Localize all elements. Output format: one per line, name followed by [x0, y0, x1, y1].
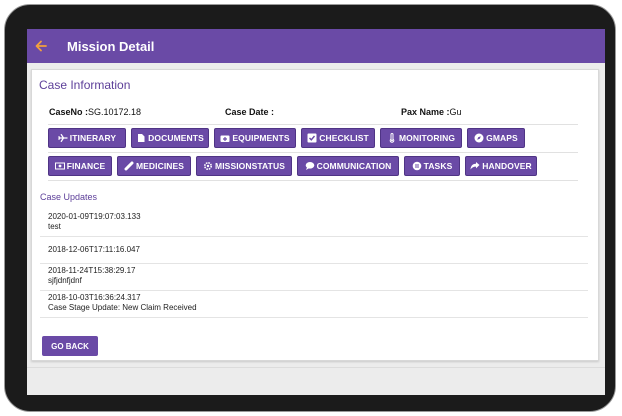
gear-icon: [204, 161, 213, 171]
app-screen: Mission Detail Case Information CaseNo :…: [27, 29, 605, 395]
monitoring-label: MONITORING: [398, 133, 456, 143]
action-buttons-row-1: ITINERARY DOCUMENTS EQUIPMENTS CHECKLIST…: [48, 128, 525, 148]
compass-icon: [474, 133, 484, 143]
update-timestamp: 2018-10-03T16:36:24.317: [48, 293, 141, 302]
page-title: Mission Detail: [67, 38, 155, 54]
divider: [48, 124, 578, 125]
bottom-area: [27, 367, 605, 395]
pill-icon: [124, 161, 134, 171]
case-date-label: Case Date :: [225, 107, 275, 117]
communication-button[interactable]: COMMUNICATION: [297, 156, 399, 176]
case-no-info: CaseNo :SG.10172.18: [49, 107, 141, 117]
missionstatus-label: MISSIONSTATUS: [215, 161, 285, 171]
finance-button[interactable]: FINANCE: [48, 156, 112, 176]
update-text: sjfjdnfjdnf: [48, 276, 82, 285]
checklist-label: CHECKLIST: [319, 133, 369, 143]
go-back-button[interactable]: GO BACK: [42, 336, 98, 356]
case-no-value: SG.10172.18: [88, 107, 142, 117]
pax-name-label: Pax Name :: [401, 107, 450, 117]
tasks-icon: [412, 161, 421, 171]
case-information-card: Case Information CaseNo :SG.10172.18 Cas…: [31, 69, 599, 361]
checkbox-icon: [307, 133, 317, 143]
medkit-icon: [220, 135, 230, 142]
card-title: Case Information: [39, 78, 131, 92]
tasks-label: TASKS: [423, 161, 453, 171]
itinerary-label: ITINERARY: [69, 133, 117, 143]
document-icon: [138, 134, 145, 142]
update-timestamp: 2020-01-09T19:07:03.133: [48, 212, 141, 221]
monitoring-button[interactable]: MONITORING: [380, 128, 462, 148]
case-date-info: Case Date :: [225, 107, 274, 117]
chat-icon: [305, 162, 314, 170]
pax-name-info: Pax Name :Gu: [401, 107, 462, 117]
thermometer-icon: [389, 133, 395, 143]
tablet-frame: Mission Detail Case Information CaseNo :…: [4, 4, 616, 412]
money-icon: [54, 162, 65, 170]
tasks-button[interactable]: TASKS: [404, 156, 460, 176]
pax-name-value: Gu: [449, 107, 462, 117]
divider: [40, 263, 588, 264]
update-timestamp: 2018-12-06T17:11:16.047: [48, 245, 140, 254]
handover-button[interactable]: HANDOVER: [465, 156, 537, 176]
gmaps-label: GMAPS: [486, 133, 518, 143]
equipments-button[interactable]: EQUIPMENTS: [214, 128, 296, 148]
medicines-label: MEDICINES: [135, 161, 185, 171]
list-item: 2020-01-09T19:07:03.133 test: [48, 212, 141, 232]
documents-label: DOCUMENTS: [148, 133, 204, 143]
plane-icon: [57, 133, 68, 143]
share-icon: [470, 162, 480, 170]
itinerary-button[interactable]: ITINERARY: [48, 128, 126, 148]
update-text: Case Stage Update: New Claim Received: [48, 303, 197, 312]
case-no-label: CaseNo :: [49, 107, 89, 117]
back-arrow-icon[interactable]: [35, 39, 49, 53]
list-item: 2018-11-24T15:38:29.17 sjfjdnfjdnf: [48, 266, 135, 286]
missionstatus-button[interactable]: MISSIONSTATUS: [196, 156, 292, 176]
divider: [40, 317, 588, 318]
update-text: test: [48, 222, 61, 231]
divider: [40, 290, 588, 291]
gmaps-button[interactable]: GMAPS: [467, 128, 525, 148]
documents-button[interactable]: DOCUMENTS: [131, 128, 209, 148]
list-item: 2018-10-03T16:36:24.317 Case Stage Updat…: [48, 293, 197, 313]
divider: [48, 152, 578, 153]
checklist-button[interactable]: CHECKLIST: [301, 128, 375, 148]
app-bar: Mission Detail: [27, 29, 605, 63]
equipments-label: EQUIPMENTS: [232, 133, 290, 143]
medicines-button[interactable]: MEDICINES: [117, 156, 191, 176]
case-updates-title: Case Updates: [40, 192, 98, 202]
communication-label: COMMUNICATION: [316, 161, 392, 171]
list-item: 2018-12-06T17:11:16.047: [48, 245, 140, 255]
divider: [48, 180, 578, 181]
update-timestamp: 2018-11-24T15:38:29.17: [48, 266, 136, 275]
action-buttons-row-2: FINANCE MEDICINES MISSIONSTATUS COMMUNIC…: [48, 156, 537, 176]
divider: [40, 236, 588, 237]
finance-label: FINANCE: [66, 161, 106, 171]
handover-label: HANDOVER: [482, 161, 532, 171]
